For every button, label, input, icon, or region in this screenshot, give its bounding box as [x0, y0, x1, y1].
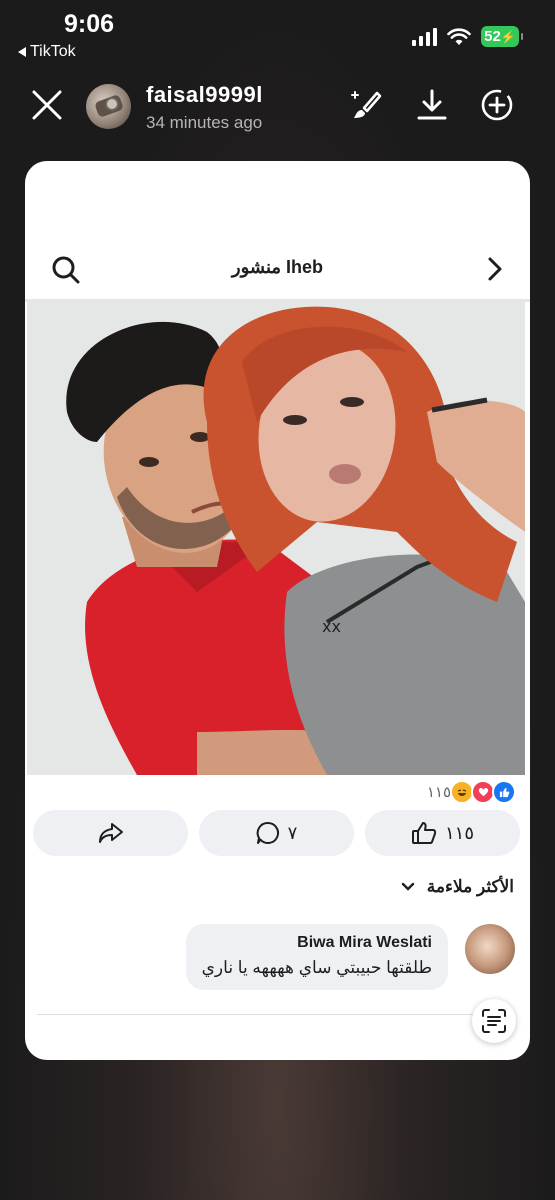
back-app-label: TikTok	[30, 43, 76, 60]
wifi-icon	[447, 27, 471, 45]
status-time: 9:06	[64, 10, 115, 38]
reaction-count: ١١٥	[426, 784, 451, 801]
like-button[interactable]: ١١٥	[365, 810, 520, 856]
comment-author[interactable]: Biwa Mira Weslati	[202, 934, 432, 952]
scan-text-icon	[482, 1009, 506, 1033]
story-username[interactable]: faisal9999l	[146, 82, 263, 108]
close-icon[interactable]	[30, 88, 64, 122]
live-text-button[interactable]	[472, 999, 516, 1043]
like-count: ١١٥	[444, 822, 474, 843]
sort-label: الأكثر ملاءمة	[426, 877, 514, 896]
brush-icon[interactable]	[349, 88, 383, 122]
divider	[37, 1014, 490, 1015]
add-circle-icon[interactable]	[480, 88, 514, 122]
comment-avatar[interactable]	[465, 924, 515, 974]
chevron-down-icon	[401, 882, 414, 891]
comment-bubble[interactable]: Biwa Mira Weslati طلقتها حبيبتي ساي هههه…	[185, 924, 448, 990]
comment-text: طلقتها حبيبتي ساي ههههه يا ناري	[201, 958, 432, 977]
svg-text:xx: xx	[322, 617, 341, 636]
battery-level: 52	[484, 28, 501, 45]
comment-sort-dropdown[interactable]: الأكثر ملاءمة	[401, 877, 514, 897]
shared-screenshot-card: منشور Iheb xx ١١٥ ٧ ١١٥ الأكثر ملاءمة Bi…	[25, 161, 530, 1060]
story-time: 34 minutes ago	[146, 113, 263, 132]
cellular-signal-icon	[412, 27, 437, 46]
download-icon[interactable]	[415, 88, 449, 122]
post-header-title: منشور Iheb	[231, 257, 324, 277]
comment-icon	[256, 821, 279, 844]
like-reaction-icon	[492, 780, 516, 804]
story-avatar[interactable]	[86, 84, 131, 129]
back-triangle-icon	[18, 47, 26, 57]
post-header: منشور Iheb	[25, 237, 530, 302]
share-button[interactable]	[33, 810, 188, 856]
comment-button[interactable]: ٧	[199, 810, 354, 856]
share-icon	[98, 823, 123, 843]
battery-indicator: 52 ⚡	[481, 26, 523, 47]
like-icon	[411, 822, 437, 844]
status-icons: 52 ⚡	[412, 26, 523, 47]
reaction-summary[interactable]: ١١٥	[427, 780, 516, 804]
post-photo[interactable]: xx	[27, 302, 525, 775]
back-to-app[interactable]: TikTok	[18, 43, 76, 61]
comment-count: ٧	[287, 822, 298, 843]
chevron-right-icon[interactable]	[482, 255, 508, 283]
